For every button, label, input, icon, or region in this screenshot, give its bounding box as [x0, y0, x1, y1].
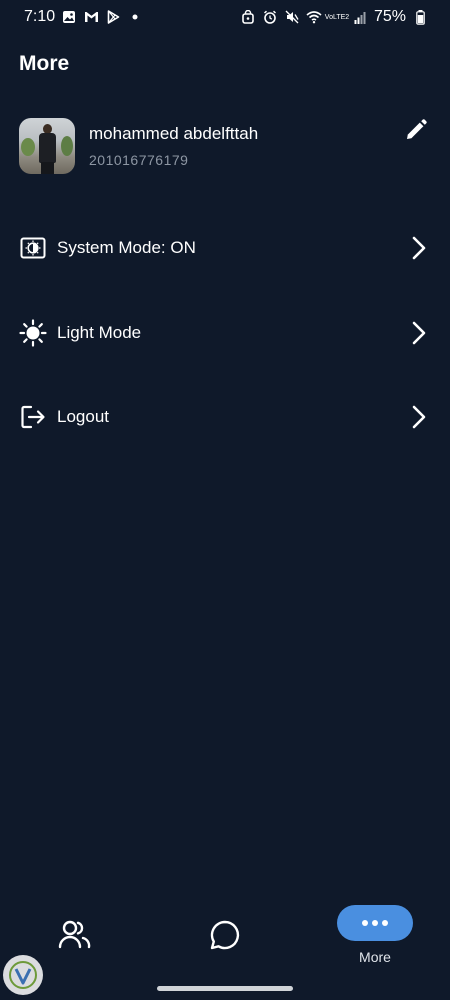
nav-label-more: More: [359, 949, 391, 965]
menu-item-label: Logout: [57, 407, 109, 426]
home-indicator[interactable]: [157, 986, 293, 991]
alarm-icon: [262, 9, 278, 25]
battery-percent: 75%: [373, 8, 406, 25]
menu-item-label: Light Mode: [57, 323, 142, 342]
play-store-icon: [105, 9, 121, 25]
people-icon: [58, 919, 92, 954]
avatar-plant-left: [21, 138, 35, 156]
profile-card[interactable]: mohammed abdelfttah 201016776179: [19, 117, 431, 175]
more-screen: 7:10 VoLTE2 75% More mohammed abdelfttah…: [0, 0, 450, 1000]
avatar-plant-right: [61, 136, 73, 156]
edit-profile-button[interactable]: [401, 117, 431, 147]
profile-phone: 201016776179: [89, 152, 189, 168]
signal-icon: [352, 9, 368, 25]
nav-item-people[interactable]: [35, 905, 115, 965]
nav-item-more[interactable]: More: [335, 905, 415, 965]
status-right: VoLTE2 75%: [240, 8, 428, 26]
status-bar: 7:10 VoLTE2 75%: [0, 0, 450, 34]
logout-icon: [19, 403, 47, 431]
avatar[interactable]: [19, 118, 75, 174]
menu-item-logout[interactable]: Logout: [19, 395, 431, 439]
status-time: 7:10: [24, 8, 56, 25]
avatar-person-body: [39, 133, 56, 163]
more-dots-icon: [361, 914, 389, 932]
chat-icon: [209, 919, 241, 956]
watermark-logo-icon: [3, 955, 43, 995]
menu-item-system-mode[interactable]: System Mode: ON: [19, 226, 431, 270]
sun-icon: [19, 319, 47, 347]
chevron-right-icon: [411, 236, 427, 260]
avatar-person-legs: [41, 162, 54, 174]
status-left: 7:10: [24, 8, 143, 26]
profile-info: mohammed abdelfttah 201016776179: [89, 124, 258, 168]
page-title: More: [19, 52, 70, 75]
battery-icon: [412, 9, 428, 25]
chevron-right-icon: [411, 405, 427, 429]
gmail-icon: [83, 9, 99, 25]
pencil-icon: [404, 118, 428, 147]
volte-icon: VoLTE2: [324, 9, 350, 25]
nav-item-chat[interactable]: [185, 905, 265, 965]
gallery-icon: [61, 9, 77, 25]
system-mode-icon: [19, 234, 47, 262]
chevron-right-icon: [411, 321, 427, 345]
dot-icon: [127, 9, 143, 25]
profile-name: mohammed abdelfttah: [89, 124, 259, 143]
mute-icon: [284, 9, 300, 25]
menu-item-label: System Mode: ON: [57, 238, 196, 257]
nav-active-pill[interactable]: [337, 905, 413, 941]
bottom-nav: More: [0, 895, 450, 975]
volte-text: VoLTE2: [324, 13, 350, 21]
menu-item-light-mode[interactable]: Light Mode: [19, 311, 431, 355]
wifi-icon: [306, 9, 322, 25]
lock-icon: [240, 9, 256, 25]
